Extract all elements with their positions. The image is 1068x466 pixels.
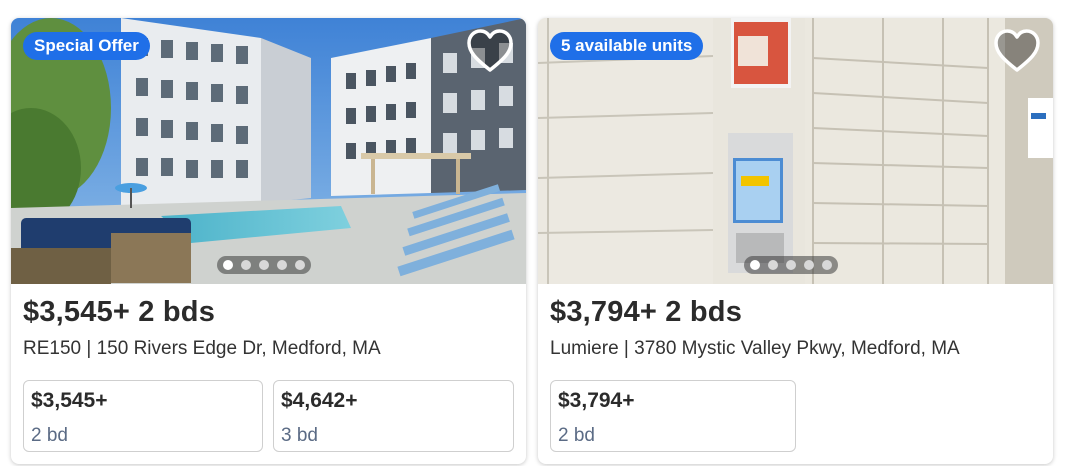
apartment-pool-photo[interactable]: Special Offer (11, 18, 526, 284)
special-offer-badge: Special Offer (23, 32, 150, 60)
unit-beds: 2 bd (31, 425, 68, 446)
package-locker-photo[interactable]: 5 available units (538, 18, 1053, 284)
carousel-dot-2[interactable] (241, 260, 251, 270)
carousel-dot-1[interactable] (223, 260, 233, 270)
available-units-badge: 5 available units (550, 32, 704, 60)
carousel-dot-5[interactable] (295, 260, 305, 270)
carousel-dot-4[interactable] (277, 260, 287, 270)
unit-price: $4,642+ (281, 389, 358, 412)
listing-price: $3,794+ 2 bds (550, 296, 743, 328)
photo-carousel-indicator[interactable] (217, 256, 311, 274)
listing-address: RE150 | 150 Rivers Edge Dr, Medford, MA (23, 338, 381, 359)
listing-address: Lumiere | 3780 Mystic Valley Pkwy, Medfo… (550, 338, 960, 359)
unit-price: $3,545+ (31, 389, 108, 412)
carousel-dot-2[interactable] (768, 260, 778, 270)
photo-carousel-indicator[interactable] (744, 256, 838, 274)
unit-beds: 2 bd (558, 425, 595, 446)
carousel-dot-1[interactable] (750, 260, 760, 270)
listing-price: $3,545+ 2 bds (23, 296, 216, 328)
carousel-dot-3[interactable] (786, 260, 796, 270)
favorite-heart-icon[interactable] (466, 28, 514, 74)
unit-option-3bd[interactable]: $4,642+ 3 bd (273, 380, 514, 452)
carousel-dot-5[interactable] (822, 260, 832, 270)
unit-option-2bd[interactable]: $3,545+ 2 bd (23, 380, 263, 452)
favorite-heart-icon[interactable] (993, 28, 1041, 74)
unit-beds: 3 bd (281, 425, 318, 446)
carousel-dot-4[interactable] (804, 260, 814, 270)
unit-option-2bd[interactable]: $3,794+ 2 bd (550, 380, 796, 452)
carousel-dot-3[interactable] (259, 260, 269, 270)
listing-card-re150[interactable]: Special Offer $3,545+ 2 bds RE150 | 150 … (11, 18, 526, 464)
listing-card-lumiere[interactable]: 5 available units $3,794+ 2 bds Lumiere … (538, 18, 1053, 464)
unit-price: $3,794+ (558, 389, 635, 412)
